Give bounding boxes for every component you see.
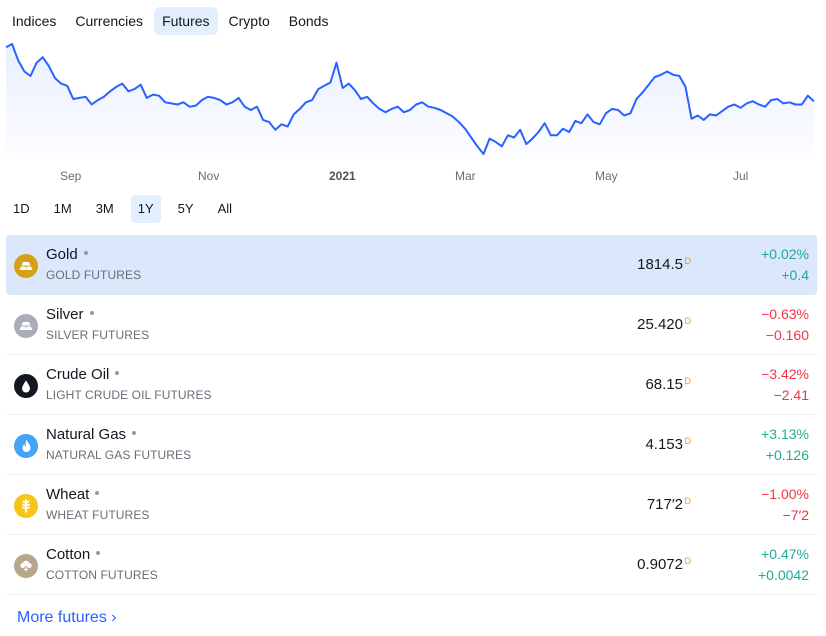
range-1m[interactable]: 1M bbox=[47, 195, 79, 223]
status-dot bbox=[89, 311, 94, 316]
symbol-name: Cotton bbox=[46, 546, 101, 563]
tab-bonds[interactable]: Bonds bbox=[281, 7, 337, 35]
change-value: +0.4 bbox=[781, 267, 809, 283]
change-percent: +0.02% bbox=[761, 246, 809, 262]
flame-icon bbox=[14, 434, 38, 458]
gold-bar-icon bbox=[14, 254, 38, 278]
delayed-badge: D bbox=[684, 556, 692, 566]
futures-list: Gold GOLD FUTURES 1814.5 D +0.02% +0.4 S… bbox=[6, 235, 817, 595]
change-value: −0.160 bbox=[765, 327, 809, 343]
change-percent: +3.13% bbox=[761, 426, 809, 442]
symbol-name: Silver bbox=[46, 306, 94, 323]
tab-currencies[interactable]: Currencies bbox=[67, 7, 151, 35]
delayed-badge: D bbox=[684, 316, 692, 326]
tab-futures[interactable]: Futures bbox=[154, 7, 218, 35]
range-5y[interactable]: 5Y bbox=[171, 195, 201, 223]
last-price: 0.9072 bbox=[637, 556, 683, 573]
x-tick-label: Sep bbox=[60, 169, 82, 183]
futures-row-crude-oil[interactable]: Crude Oil LIGHT CRUDE OIL FUTURES 68.15 … bbox=[6, 355, 817, 415]
futures-row-wheat[interactable]: Wheat WHEAT FUTURES 717′2 D −1.00% −7′2 bbox=[6, 475, 817, 535]
time-range-selector: 1D 1M 3M 1Y 5Y All bbox=[6, 195, 249, 223]
oil-drop-icon bbox=[14, 374, 38, 398]
last-price: 68.15 bbox=[645, 376, 683, 393]
status-dot bbox=[132, 431, 137, 436]
change-value: +0.126 bbox=[765, 447, 809, 463]
x-tick-label: Jul bbox=[733, 169, 748, 183]
symbol-description: SILVER FUTURES bbox=[46, 328, 150, 342]
range-all[interactable]: All bbox=[211, 195, 239, 223]
x-tick-label: May bbox=[595, 169, 618, 183]
last-price: 717′2 bbox=[646, 496, 683, 513]
change-percent: −3.42% bbox=[761, 366, 809, 382]
symbol-name: Gold bbox=[46, 246, 88, 263]
symbol-description: WHEAT FUTURES bbox=[46, 508, 150, 522]
change-percent: +0.47% bbox=[761, 546, 809, 562]
tab-crypto[interactable]: Crypto bbox=[221, 7, 278, 35]
status-dot bbox=[95, 491, 100, 496]
symbol-description: LIGHT CRUDE OIL FUTURES bbox=[46, 388, 212, 402]
x-tick-label: Nov bbox=[198, 169, 219, 183]
symbol-name: Crude Oil bbox=[46, 366, 120, 383]
last-price: 25.420 bbox=[637, 316, 683, 333]
status-dot bbox=[96, 551, 101, 556]
more-futures-link[interactable]: More futures › bbox=[17, 609, 117, 627]
silver-bar-icon bbox=[14, 314, 38, 338]
symbol-description: COTTON FUTURES bbox=[46, 568, 158, 582]
x-tick-label: 2021 bbox=[329, 169, 356, 183]
futures-row-natural-gas[interactable]: Natural Gas NATURAL GAS FUTURES 4.153 D … bbox=[6, 415, 817, 475]
range-3m[interactable]: 3M bbox=[89, 195, 121, 223]
change-percent: −1.00% bbox=[761, 486, 809, 502]
last-price: 4.153 bbox=[645, 436, 683, 453]
delayed-badge: D bbox=[684, 436, 692, 446]
delayed-badge: D bbox=[684, 496, 692, 506]
change-value: −7′2 bbox=[782, 507, 809, 523]
chart-area-fill bbox=[6, 44, 814, 160]
delayed-badge: D bbox=[684, 376, 692, 386]
market-tabs: Indices Currencies Futures Crypto Bonds bbox=[4, 7, 339, 35]
change-value: −2.41 bbox=[773, 387, 809, 403]
status-dot bbox=[83, 251, 88, 256]
last-price: 1814.5 bbox=[637, 256, 683, 273]
symbol-description: GOLD FUTURES bbox=[46, 268, 142, 282]
delayed-badge: D bbox=[684, 256, 692, 266]
symbol-name: Wheat bbox=[46, 486, 100, 503]
tab-indices[interactable]: Indices bbox=[4, 7, 64, 35]
cotton-icon bbox=[14, 554, 38, 578]
wheat-icon bbox=[14, 494, 38, 518]
range-1d[interactable]: 1D bbox=[6, 195, 37, 223]
symbol-description: NATURAL GAS FUTURES bbox=[46, 448, 192, 462]
futures-row-silver[interactable]: Silver SILVER FUTURES 25.420 D −0.63% −0… bbox=[6, 295, 817, 355]
change-percent: −0.63% bbox=[761, 306, 809, 322]
x-tick-label: Mar bbox=[455, 169, 476, 183]
status-dot bbox=[115, 371, 120, 376]
price-chart[interactable]: Sep Nov 2021 Mar May Jul bbox=[0, 38, 826, 188]
range-1y[interactable]: 1Y bbox=[130, 195, 161, 223]
futures-row-cotton[interactable]: Cotton COTTON FUTURES 0.9072 D +0.47% +0… bbox=[6, 535, 817, 595]
change-value: +0.0042 bbox=[758, 567, 809, 583]
futures-row-gold[interactable]: Gold GOLD FUTURES 1814.5 D +0.02% +0.4 bbox=[6, 235, 817, 295]
symbol-name: Natural Gas bbox=[46, 426, 137, 443]
